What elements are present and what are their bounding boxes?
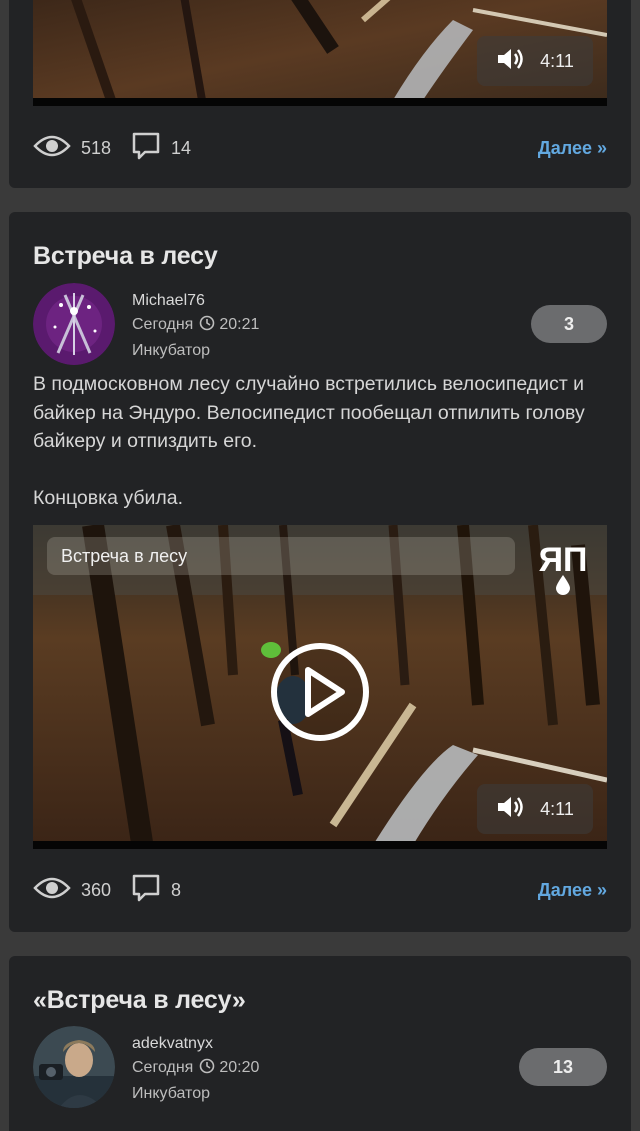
volume-icon[interactable] [496,794,526,825]
post-card: Встреча в лесу Michael76 Сегодня 20:21 И… [9,212,631,932]
video-duration: 4:11 [477,36,593,86]
views-stat: 360 [33,872,111,908]
post-card: 4:11 518 14 Далее » [9,0,631,188]
rating-badge[interactable]: 3 [531,305,607,343]
eye-icon [33,134,71,163]
post-paragraph: Концовка убила. [33,486,184,509]
video-title: Встреча в лесу [47,537,515,575]
video-progress-bar[interactable] [33,98,607,106]
rating-badge[interactable]: 13 [519,1048,607,1086]
post-body: В подмосковном лесу случайно встретились… [33,370,607,512]
read-more-link[interactable]: Далее » [538,130,607,166]
author-row: adekvatnyx Сегодня 20:20 Инкубатор 13 [33,1026,607,1110]
svg-text:ЯП: ЯП [539,541,588,579]
video-player[interactable]: 4:11 [33,0,607,106]
clock-icon [199,315,215,339]
community-name[interactable]: Инкубатор [132,1082,259,1106]
post-date: Сегодня [132,1059,194,1076]
avatar[interactable] [33,283,115,365]
comments-stat[interactable]: 14 [131,130,191,166]
volume-icon[interactable] [496,46,526,77]
avatar[interactable] [33,1026,115,1108]
duration-label: 4:11 [540,50,574,71]
post-stats: 360 8 Далее » [33,872,607,908]
eye-icon [33,876,71,905]
views-stat: 518 [33,130,111,166]
video-duration: 4:11 [477,784,593,834]
comments-count: 8 [171,879,182,900]
views-count: 360 [81,879,112,900]
community-name[interactable]: Инкубатор [132,339,259,363]
clock-icon [199,1058,215,1082]
post-time-value: 20:21 [219,316,260,333]
video-player[interactable]: Встреча в лесу ЯП 4:11 [33,525,607,849]
video-progress-bar[interactable] [33,841,607,849]
duration-label: 4:11 [540,798,574,819]
author-row: Michael76 Сегодня 20:21 Инкубатор 3 [33,283,607,367]
comment-icon [131,873,161,908]
comments-count: 14 [171,137,192,158]
post-time: Сегодня 20:20 [132,1056,259,1082]
post-time-value: 20:20 [219,1059,260,1076]
post-title[interactable]: Встреча в лесу [33,242,218,271]
views-count: 518 [81,137,112,158]
yap-logo: ЯП [531,537,595,600]
comment-icon [131,131,161,166]
author-name[interactable]: adekvatnyx [132,1032,259,1056]
post-time: Сегодня 20:21 [132,313,259,339]
post-date: Сегодня [132,316,194,333]
read-more-link[interactable]: Далее » [538,872,607,908]
post-paragraph: В подмосковном лесу случайно встретились… [33,373,585,452]
author-name[interactable]: Michael76 [132,289,259,313]
post-card: «Встреча в лесу» adekvatnyx Сегодня 20:20 [9,956,631,1131]
author-meta: Michael76 Сегодня 20:21 Инкубатор [132,289,259,363]
post-title[interactable]: «Встреча в лесу» [33,986,246,1015]
comments-stat[interactable]: 8 [131,872,181,908]
author-meta: adekvatnyx Сегодня 20:20 Инкубатор [132,1032,259,1106]
play-button[interactable] [270,642,370,747]
post-stats: 518 14 Далее » [33,130,607,166]
post-feed: 4:11 518 14 Далее » Встреча в лесу Micha… [0,0,640,1131]
